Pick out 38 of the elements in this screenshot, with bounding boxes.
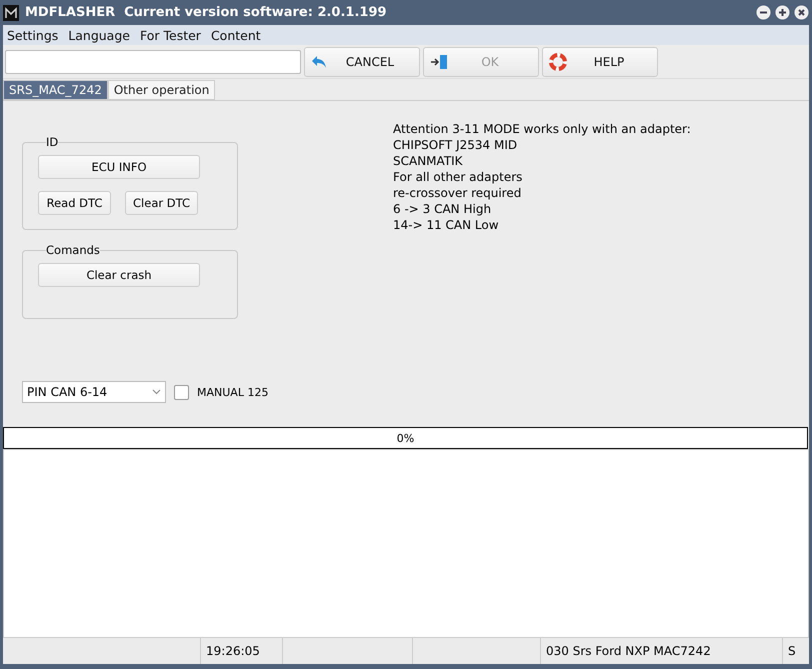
undo-arrow-icon — [311, 54, 327, 68]
status-time: 19:26:05 — [206, 644, 260, 658]
group-title: Comands — [46, 243, 100, 257]
progress-text: 0% — [396, 432, 414, 444]
door-icon — [430, 54, 448, 70]
note-line: re-crossover required — [393, 185, 522, 201]
action-button[interactable]: Read DTC — [38, 191, 111, 215]
menu-item[interactable]: Settings — [7, 28, 58, 42]
status-device: 030 Srs Ford NXP MAC7242 — [546, 644, 711, 658]
chevron-icon — [152, 389, 161, 395]
menu-item[interactable]: Language — [68, 28, 130, 42]
menu-item[interactable]: For Tester — [140, 28, 201, 42]
app-logo-icon — [3, 4, 19, 20]
lifebuoy-icon — [549, 52, 567, 70]
action-button[interactable]: Clear crash — [38, 263, 200, 287]
note-line: 6 -> 3 CAN High — [393, 201, 492, 217]
action-button[interactable]: Clear DTC — [125, 191, 198, 215]
note-line: 14-> 11 CAN Low — [393, 217, 500, 233]
group-title: ID — [46, 135, 58, 149]
status-text: S — [788, 644, 796, 658]
note-line: CHIPSOFT J2534 MID — [393, 137, 518, 153]
tab[interactable]: SRS_MAC_7242 — [3, 80, 108, 100]
note-line: SCANMATIK — [393, 153, 464, 169]
checkbox-label: MANUAL 125 — [197, 386, 268, 398]
note-line: For all other adapters — [393, 169, 524, 185]
pin-dropdown[interactable]: PIN CAN 6-14 — [22, 381, 166, 403]
window-title: MDFLASHER Current version software: 2.0.1.199 — [25, 5, 387, 20]
menu-item[interactable]: Content — [210, 28, 261, 42]
action-button[interactable]: ECU INFO — [38, 155, 200, 179]
tab[interactable]: Other operation — [108, 80, 216, 100]
minimize-button[interactable] — [756, 5, 771, 20]
note-line: Attention 3-11 MODE works only with an adapter: — [393, 121, 692, 137]
maximize-button[interactable] — [775, 5, 790, 20]
checkbox[interactable] — [174, 384, 189, 400]
cancel-button[interactable]: CANCEL — [304, 46, 420, 76]
input-field[interactable] — [5, 50, 301, 74]
close-button[interactable] — [794, 5, 809, 20]
help-button[interactable]: HELP — [542, 46, 658, 76]
